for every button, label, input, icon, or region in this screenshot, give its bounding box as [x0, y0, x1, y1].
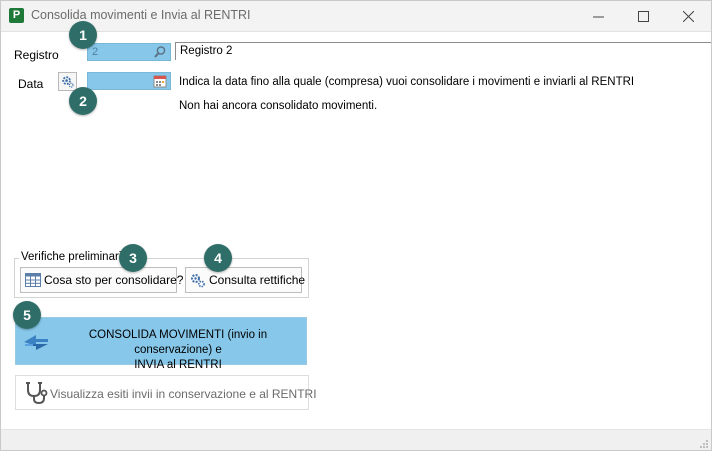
- window-title: Consolida movimenti e Invia al RENTRI: [31, 8, 251, 22]
- dialog-window: P Consolida movimenti e Invia al RENTRI …: [0, 0, 712, 451]
- consulta-rettifiche-button[interactable]: Consulta rettifiche: [185, 267, 306, 293]
- consulta-rettifiche-label: Consulta rettifiche: [209, 273, 306, 287]
- cosa-consolidare-label: Cosa sto per consolidare?: [44, 273, 184, 287]
- visualizza-esiti-button[interactable]: Visualizza esiti invii in conservazione …: [15, 375, 317, 410]
- consolida-invia-label: CONSOLIDA MOVIMENTI (invio in conservazi…: [52, 328, 304, 373]
- date-options-button[interactable]: [58, 72, 77, 91]
- minimize-button[interactable]: [575, 1, 621, 31]
- registro-input[interactable]: 2: [87, 43, 171, 61]
- consolida-invia-button[interactable]: CONSOLIDA MOVIMENTI (invio in conservazi…: [15, 317, 307, 371]
- visualizza-esiti-label: Visualizza esiti invii in conservazione …: [50, 387, 317, 401]
- registro-description: Registro 2: [180, 45, 233, 57]
- app-logo-icon: P: [9, 8, 24, 23]
- title-bar[interactable]: P Consolida movimenti e Invia al RENTRI: [1, 1, 711, 32]
- badge-5: 5: [13, 301, 41, 329]
- gears-icon: [191, 273, 205, 287]
- registro-label: Registro: [14, 48, 59, 62]
- data-input[interactable]: [87, 72, 171, 90]
- registro-description-field: Registro 2: [175, 42, 711, 60]
- table-icon: [25, 273, 41, 287]
- cosa-consolidare-button[interactable]: Cosa sto per consolidare?: [20, 267, 183, 293]
- gear-icon: [62, 76, 74, 88]
- calendar-icon[interactable]: [153, 74, 167, 88]
- badge-3: 3: [119, 244, 147, 272]
- maximize-icon: [637, 10, 649, 22]
- consolida-line1: CONSOLIDA MOVIMENTI (invio in conservazi…: [88, 329, 268, 356]
- send-arrows-icon: [24, 335, 48, 350]
- verifiche-legend: Verifiche preliminari: [19, 251, 124, 263]
- resize-grip-icon[interactable]: [699, 439, 709, 449]
- badge-4: 4: [204, 244, 232, 272]
- badge-2: 2: [69, 87, 97, 115]
- status-bar: [1, 429, 711, 450]
- consolidation-status: Non hai ancora consolidato movimenti.: [179, 100, 378, 112]
- search-icon[interactable]: [153, 45, 167, 59]
- stethoscope-icon: [26, 382, 48, 405]
- badge-1: 1: [69, 21, 97, 49]
- data-label: Data: [18, 77, 44, 91]
- maximize-button[interactable]: [620, 1, 666, 31]
- close-button[interactable]: [665, 1, 711, 31]
- close-icon: [682, 10, 694, 22]
- minimize-icon: [592, 16, 604, 17]
- consolida-line2: INVIA al RENTRI: [134, 359, 222, 371]
- registro-value: 2: [92, 46, 99, 58]
- date-instructions: Indica la data fino alla quale (compresa…: [179, 76, 635, 88]
